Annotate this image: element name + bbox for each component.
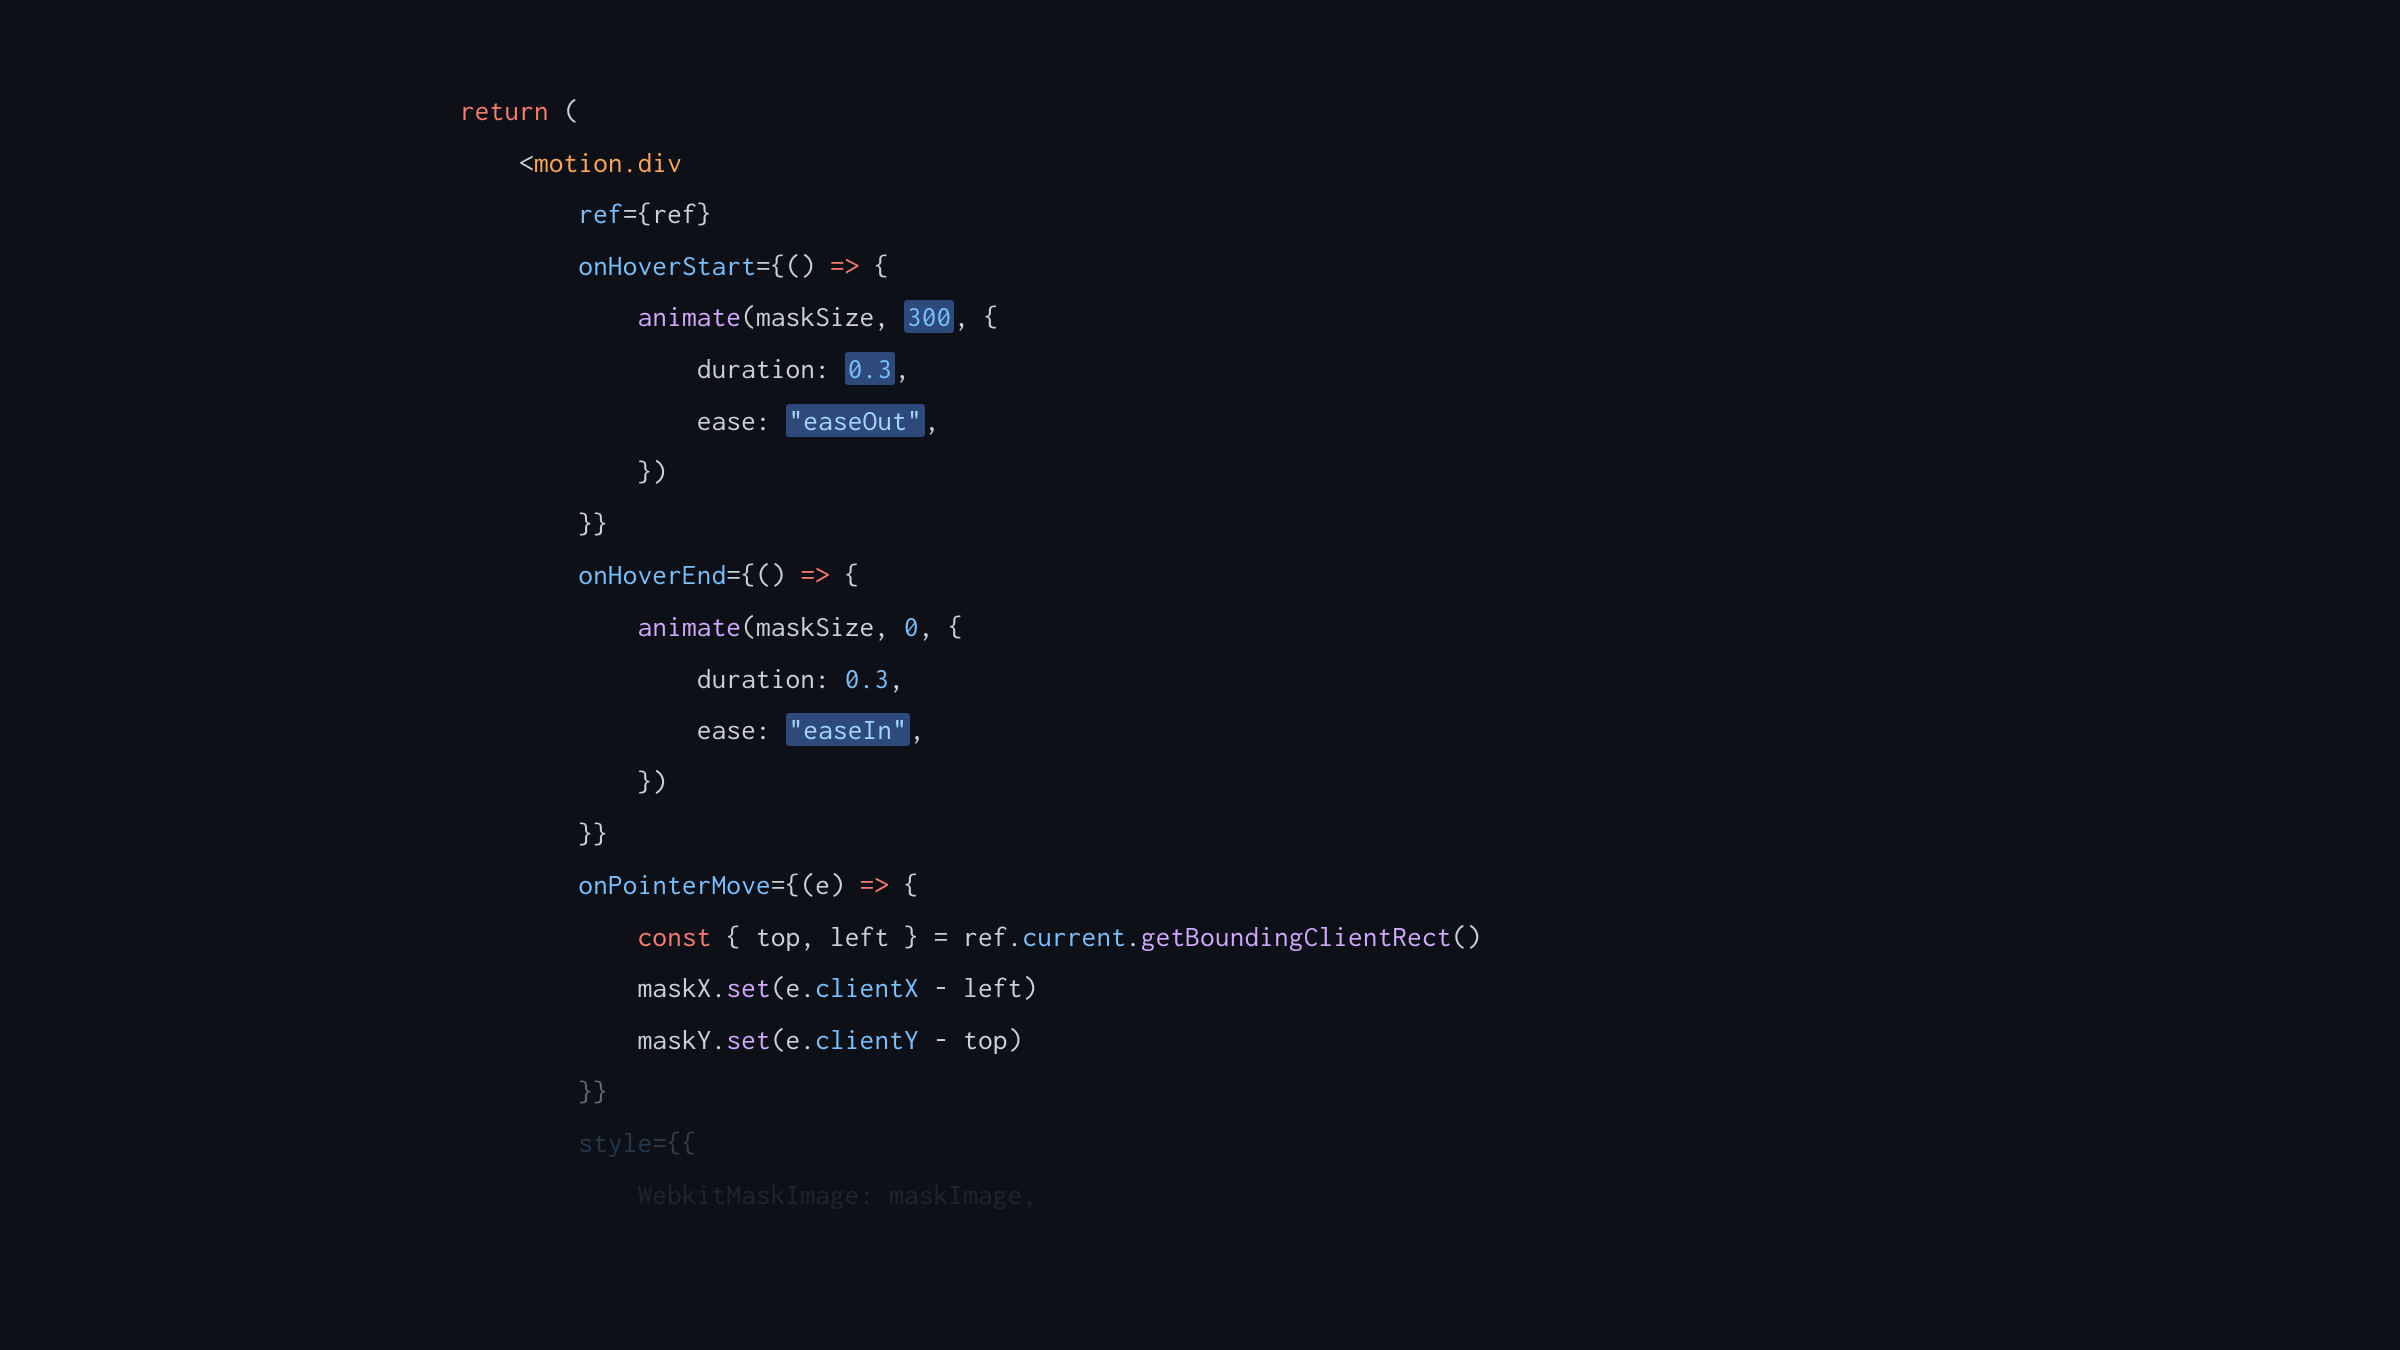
code-line: onHoverStart={() => {: [460, 250, 889, 281]
jsx-attr: ref: [578, 198, 622, 229]
code-line: duration: 0.3,: [460, 352, 910, 385]
code-line: }}: [460, 1076, 608, 1107]
code-editor-content: return ( <motion.div ref={ref} onHoverSt…: [0, 85, 2400, 1220]
code-line: onPointerMove={(e) => {: [460, 869, 919, 900]
jsx-component: motion.div: [534, 147, 682, 178]
code-line: }}: [460, 508, 608, 539]
jsx-attr: onPointerMove: [578, 869, 770, 900]
code-line: const { top, left } = ref.current.getBou…: [460, 921, 1481, 952]
highlighted-value: "easeIn": [786, 713, 910, 746]
code-line: <motion.div: [460, 147, 682, 178]
keyword-return: return: [460, 95, 549, 126]
code-line: }): [460, 456, 667, 487]
code-line: maskY.set(e.clientY - top): [460, 1024, 1023, 1055]
fn-call: animate: [638, 611, 742, 642]
code-line: maskX.set(e.clientX - left): [460, 972, 1037, 1003]
code-line: onHoverEnd={() => {: [460, 559, 860, 590]
jsx-attr: onHoverEnd: [578, 559, 726, 590]
code-line: WebkitMaskImage: maskImage,: [460, 1179, 1037, 1210]
code-line: ref={ref}: [460, 198, 712, 229]
code-line: }}: [460, 818, 608, 849]
code-line: }): [460, 766, 667, 797]
jsx-attr: onHoverStart: [578, 250, 756, 281]
highlighted-value: 0.3: [845, 352, 895, 385]
code-line: duration: 0.3,: [460, 663, 904, 694]
fn-call: animate: [638, 301, 742, 332]
highlighted-value: "easeOut": [786, 404, 925, 437]
code-line: ease: "easeOut",: [460, 404, 940, 437]
code-line: return (: [460, 95, 578, 126]
code-line: animate(maskSize, 0, {: [460, 611, 963, 642]
highlighted-value: 300: [904, 300, 954, 333]
code-line: style={{: [460, 1127, 697, 1158]
code-line: animate(maskSize, 300, {: [460, 300, 999, 333]
code-line: ease: "easeIn",: [460, 713, 925, 746]
